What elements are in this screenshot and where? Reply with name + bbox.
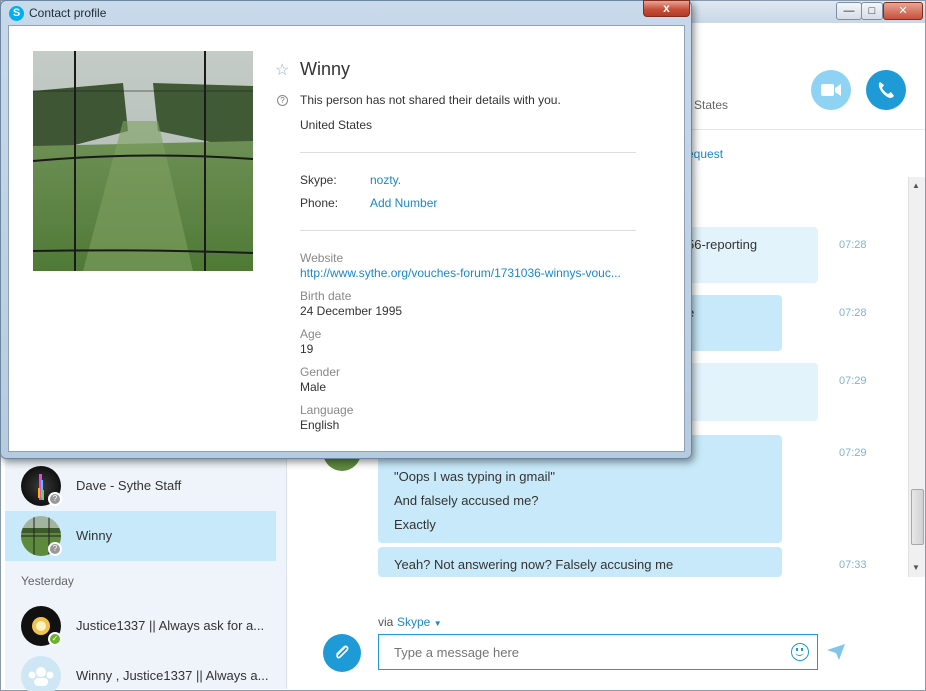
emoticon-icon[interactable] (791, 643, 809, 661)
scroll-down-arrow-icon[interactable]: ▼ (912, 563, 920, 572)
message-bubble (681, 363, 818, 421)
message-bubble (681, 227, 818, 283)
dialog-titlebar[interactable]: S Contact profile x (1, 0, 691, 25)
skype-logo-icon: S (9, 6, 24, 21)
message-time: 07:28 (839, 307, 867, 319)
question-icon: ? (277, 95, 288, 106)
section-label-yesterday: Yesterday (21, 574, 74, 588)
video-camera-icon (821, 84, 841, 96)
message-time: 07:29 (839, 447, 867, 459)
divider (300, 230, 636, 231)
via-service-dropdown[interactable]: Skype ▼ (397, 615, 442, 629)
divider (300, 152, 636, 153)
message-bubble (681, 295, 782, 351)
paperclip-icon (336, 645, 349, 659)
favorite-star-icon[interactable]: ☆ (275, 60, 289, 80)
birth-date-label: Birth date (300, 289, 352, 303)
dialog-close-button[interactable]: x (643, 0, 690, 17)
message-text: "Oops I was typing in gmail" (394, 469, 555, 484)
status-unknown-icon: ? (48, 542, 62, 556)
recent-item-group[interactable]: Winny , Justice1337 || Always a... (5, 651, 276, 691)
dialog-body: ☆ Winny ? This person has not shared the… (8, 25, 685, 452)
contact-item-winny[interactable]: ? Winny (5, 511, 276, 561)
attach-button[interactable] (323, 634, 361, 672)
main-close-button[interactable]: ✕ (883, 2, 923, 20)
gender-label: Gender (300, 365, 341, 379)
contact-name: Dave - Sythe Staff (76, 478, 182, 493)
scroll-up-arrow-icon[interactable]: ▲ (912, 181, 920, 190)
phone-icon (878, 82, 894, 98)
language-label: Language (300, 403, 354, 417)
skype-name-link[interactable]: nozty. (370, 173, 401, 187)
website-link[interactable]: http://www.sythe.org/vouches-forum/17310… (300, 266, 621, 280)
maximize-button[interactable]: □ (861, 2, 883, 20)
age-value: 19 (300, 342, 314, 356)
status-unknown-icon: ? (48, 492, 62, 506)
age-label: Age (300, 327, 322, 341)
website-label: Website (300, 251, 344, 265)
audio-call-button[interactable] (866, 70, 906, 110)
dialog-title: Contact profile (29, 6, 107, 20)
skype-label: Skype: (300, 173, 337, 187)
recent-name: Winny , Justice1337 || Always a... (76, 668, 269, 683)
message-time: 07:33 (839, 559, 867, 571)
send-icon[interactable] (827, 644, 845, 663)
phone-label: Phone: (300, 196, 339, 210)
privacy-notice: This person has not shared their details… (300, 93, 561, 107)
contact-country: United States (300, 118, 373, 132)
minimize-button[interactable]: — (836, 2, 862, 20)
header-request-link[interactable]: equest (687, 147, 723, 161)
contact-profile-dialog: S Contact profile x ☆ Winny ? This perso… (0, 0, 692, 459)
gender-value: Male (300, 380, 327, 394)
messages-scrollbar[interactable]: ▲ ▼ (908, 177, 925, 577)
message-text: And falsely accused me? (394, 493, 539, 508)
birth-date-value: 24 December 1995 (300, 304, 403, 318)
dropdown-arrow-icon: ▼ (433, 619, 442, 628)
recent-item-justice1337[interactable]: ✓ Justice1337 || Always ask for a... (5, 601, 276, 651)
profile-photo (33, 51, 253, 271)
via-service-label: Skype (397, 615, 431, 629)
language-value: English (300, 418, 340, 432)
contact-display-name: Winny (300, 59, 351, 79)
group-avatar-icon (21, 656, 61, 691)
message-time: 07:28 (839, 239, 867, 251)
message-compose-box[interactable] (378, 634, 818, 670)
contact-item-dave[interactable]: ? Dave - Sythe Staff (5, 461, 276, 511)
via-label: via (378, 615, 394, 629)
video-call-button[interactable] (811, 70, 851, 110)
add-number-link[interactable]: Add Number (370, 196, 437, 210)
message-text: Exactly (394, 517, 436, 532)
message-text[interactable]: 56-reporting (687, 237, 757, 252)
recent-name: Justice1337 || Always ask for a... (76, 618, 265, 633)
message-input[interactable] (394, 643, 774, 661)
scroll-thumb[interactable] (911, 489, 924, 545)
message-time: 07:29 (839, 375, 867, 387)
contact-name: Winny (76, 528, 113, 543)
message-text: Yeah? Not answering now? Falsely accusin… (394, 557, 674, 572)
status-online-icon: ✓ (48, 632, 62, 646)
